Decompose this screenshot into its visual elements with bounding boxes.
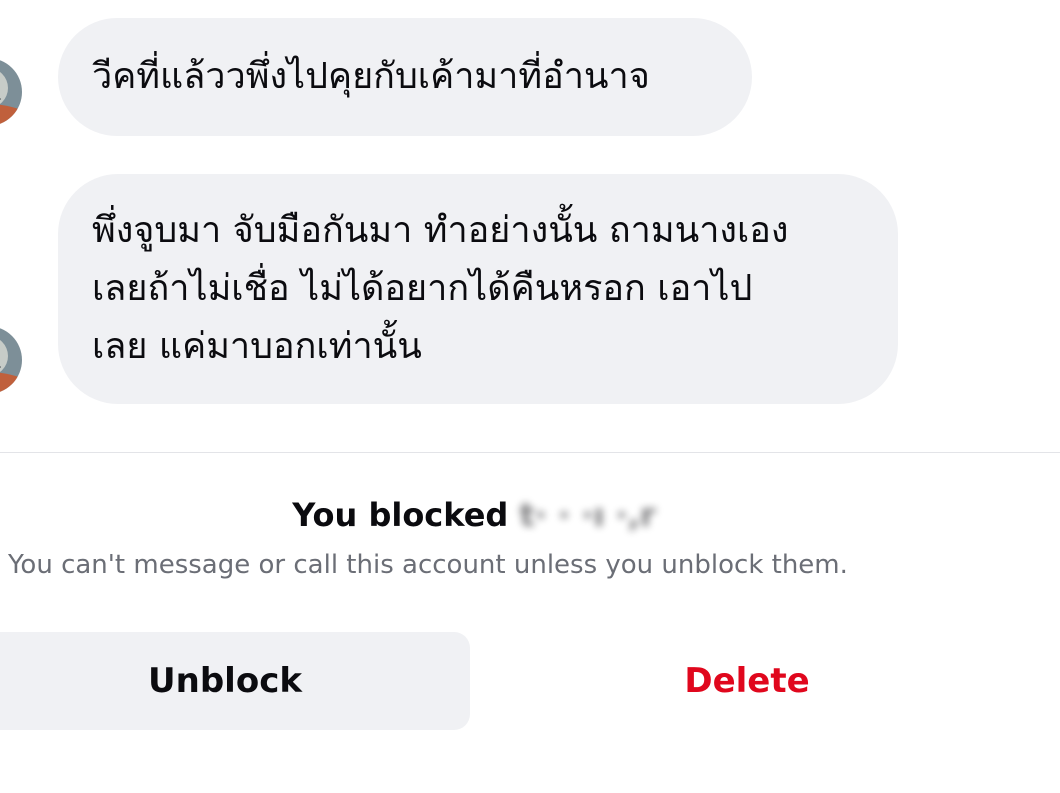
unblock-button[interactable]: Unblock (0, 632, 470, 730)
section-divider (0, 452, 1060, 453)
blocked-title-prefix: You blocked (292, 496, 509, 534)
blocked-title: You blocked t· · ·ı ·,r (0, 496, 948, 534)
blocked-subtitle: You can't message or call this account u… (8, 550, 848, 580)
contact-avatar-icon[interactable] (0, 58, 22, 126)
avatar-image (0, 326, 22, 394)
message-line: เลย แค่มาบอกเท่านั้น (92, 326, 422, 367)
redacted-username: t· · ·ı ·,r (519, 496, 656, 534)
message-bubble[interactable]: พึ่งจูบมา จับมือกันมา ทำอย่างนั้น ถามนาง… (58, 174, 898, 404)
contact-avatar-icon[interactable] (0, 326, 22, 394)
avatar-image (0, 58, 22, 126)
conversation-screen: วีคที่แล้ววพึ่งไปคุยกับเค้ามาที่อำนาจ พึ… (0, 0, 1060, 793)
message-text: วีคที่แล้ววพึ่งไปคุยกับเค้ามาที่อำนาจ (92, 56, 650, 97)
message-bubble[interactable]: วีคที่แล้ววพึ่งไปคุยกับเค้ามาที่อำนาจ (58, 18, 752, 136)
message-line: พึ่งจูบมา จับมือกันมา ทำอย่างนั้น ถามนาง… (92, 210, 789, 251)
message-line: เลยถ้าไม่เชื่อ ไม่ได้อยากได้คืนหรอก เอาไ… (92, 268, 753, 309)
delete-button[interactable]: Delete (520, 632, 974, 730)
unblock-label: Unblock (148, 661, 302, 701)
delete-label: Delete (684, 661, 810, 701)
